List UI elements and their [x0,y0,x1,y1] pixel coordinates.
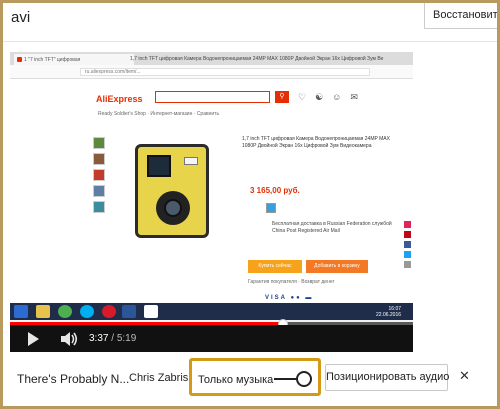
share-icons [404,221,412,271]
browser-window-title: 1,7 inch TFT цифровая Камера Водонепрони… [130,56,384,62]
position-audio-button[interactable]: Позиционировать аудио [325,364,449,391]
thumbnail [93,169,105,181]
add-to-cart-button: Добавить в корзину [306,260,368,273]
share-icon [404,241,411,248]
taskbar-clock: 16:07 22.06.2016 [376,306,401,318]
audio-player-bar: There's Probably N... Chris Zabriskie То… [3,358,497,398]
volume-icon[interactable] [60,331,78,347]
video-player[interactable]: 1 "7 inch TFT" цифровая 1,7 inch TFT циф… [10,52,413,352]
music-only-toggle[interactable] [296,371,312,387]
share-icon [404,251,411,258]
time-duration: 5:19 [116,333,137,344]
thumbnail [93,185,105,197]
artist-name[interactable]: Chris Zabriskie [129,372,191,384]
song-title[interactable]: There's Probably N... [17,372,129,386]
aliexpress-logo: AliExpress [96,94,143,104]
word-icon [122,305,136,318]
buy-now-button: Купить сейчас [248,260,302,273]
aliexpress-favicon-icon [17,57,22,62]
app-window: avi Восстановить и 1 "7 inch TFT" цифров… [3,3,497,406]
clock-date: 22.06.2016 [376,312,402,318]
buyer-protection: Гарантия покупателя · Возврат денег [248,279,335,285]
browser-address-bar: ru.aliexpress.com/item/... [10,65,413,79]
time-current: 3:37 [89,333,109,344]
product-title: 1,7 inch TFT цифровая Камера Водонепрони… [242,136,390,149]
skype-icon [80,305,94,318]
app-icon [144,305,158,318]
web-page: AliExpress ⚲ ♡☯☺✉ Ready Soldier's Shop ·… [10,79,413,303]
payment-logos: VISA ●● ▬ [265,295,314,301]
play-icon[interactable] [28,332,39,346]
color-swatch [266,203,276,213]
share-icon [404,231,411,238]
browser-tab-bar: 1 "7 inch TFT" цифровая 1,7 inch TFT циф… [10,52,413,65]
search-icon: ⚲ [275,91,289,103]
start-icon [14,305,28,318]
close-icon[interactable]: ✕ [459,368,470,384]
store-header-icons: ♡☯☺✉ [298,92,367,102]
store-search-box [155,91,270,103]
thumbnail [93,153,105,165]
video-controls: 3:37 / 5:19 [10,325,413,352]
browser-url: ru.aliexpress.com/item/... [80,68,370,76]
share-icon [404,261,411,268]
product-camera-image [135,144,209,238]
os-taskbar: 16:07 22.06.2016 [10,303,413,320]
camera-flash [184,157,198,165]
camera-lens [156,191,190,225]
window-title: avi [11,9,31,26]
product-thumbnails [93,137,105,217]
restore-button[interactable]: Восстановить и [424,3,497,29]
thumbnail [93,137,105,149]
thumbnail [93,201,105,213]
chrome-icon [58,305,72,318]
opera-icon [102,305,116,318]
time-display: 3:37 / 5:19 [89,333,136,344]
browser-tab-label: 1 "7 inch TFT" цифровая [24,57,81,63]
explorer-icon [36,305,50,318]
music-only-toggle-group: Только музыка [189,358,321,396]
product-price: 3 165,00 руб. [250,186,300,195]
time-separator: / [108,333,117,344]
shipping-info: Бесплатная доставка в Russian Federation… [272,221,392,234]
share-icon [404,221,411,228]
camera-screen [147,155,171,177]
store-nav: Ready Soldier's Shop · Интернет-магазин … [98,111,220,117]
divider [3,41,497,42]
browser-tab: 1 "7 inch TFT" цифровая [14,54,134,65]
music-only-label: Только музыка [198,374,274,386]
